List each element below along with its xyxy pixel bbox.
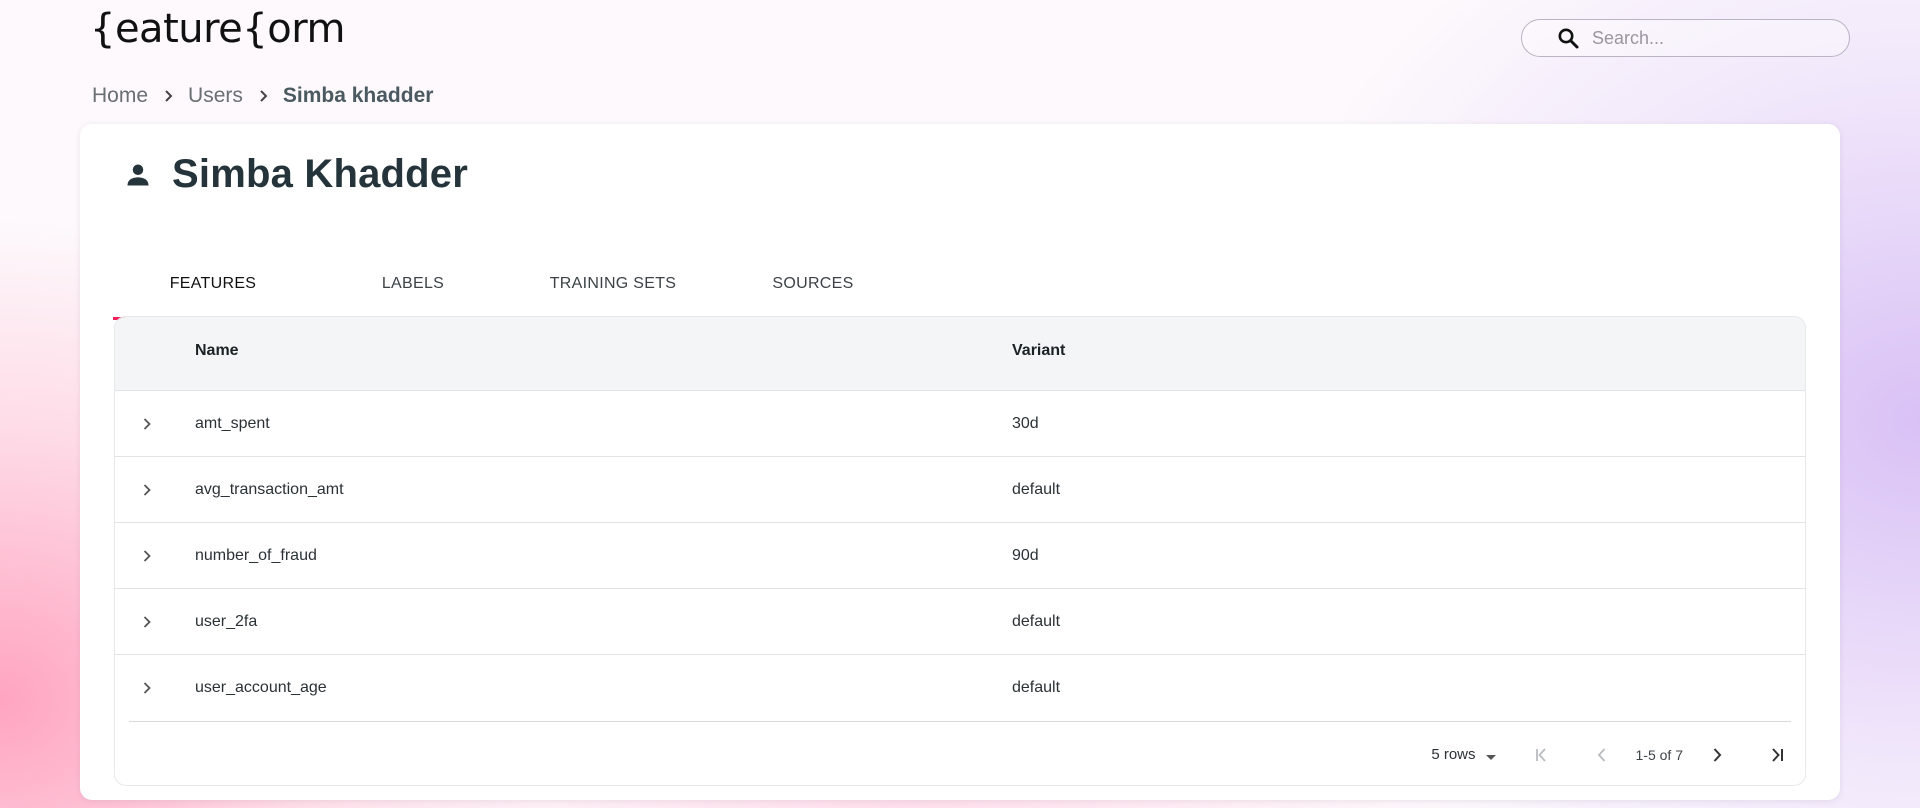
- page-range: 1-5 of 7: [1635, 746, 1683, 763]
- column-header-variant[interactable]: Variant: [1012, 342, 1065, 360]
- user-detail-card: Simba Khadder FEATURES LABELS TRAINING S…: [80, 124, 1840, 800]
- breadcrumb-current: Simba khadder: [282, 84, 434, 107]
- feature-variant: 30d: [1012, 414, 1039, 432]
- table-row[interactable]: amt_spent 30d: [115, 391, 1805, 457]
- featureform-logo[interactable]: {eature{orm: [90, 6, 345, 52]
- last-page-button[interactable]: [1763, 741, 1791, 769]
- page-header: Simba Khadder: [124, 152, 468, 197]
- breadcrumb: Home Users Simba khadder: [92, 84, 433, 108]
- rows-per-page-value: 5 rows: [1431, 746, 1476, 763]
- table-row[interactable]: user_2fa default: [115, 589, 1805, 655]
- page-title: Simba Khadder: [172, 152, 468, 196]
- features-table: Name Variant amt_spent 30d avg_transacti…: [114, 316, 1806, 786]
- last-page-icon: [1772, 747, 1783, 762]
- table-header: Name Variant: [115, 317, 1805, 391]
- search-input[interactable]: [1592, 27, 1832, 49]
- pagination-bar: 5 rows 1-5 of 7: [129, 721, 1791, 785]
- chevron-left-icon: [1597, 747, 1605, 762]
- feature-name[interactable]: number_of_fraud: [195, 547, 317, 565]
- person-icon: [127, 164, 149, 185]
- feature-variant: default: [1012, 480, 1061, 498]
- breadcrumb-users[interactable]: Users: [188, 84, 243, 108]
- table-row[interactable]: number_of_fraud 90d: [115, 523, 1805, 589]
- next-page-button[interactable]: [1703, 741, 1731, 769]
- resource-tabs: FEATURES LABELS TRAINING SETS SOURCES: [113, 248, 913, 320]
- chevron-right-icon: [1713, 747, 1722, 762]
- first-page-button[interactable]: [1528, 741, 1556, 769]
- feature-variant: 90d: [1012, 546, 1039, 564]
- tab-sources[interactable]: SOURCES: [713, 248, 913, 320]
- expand-row-chevron-icon[interactable]: [135, 676, 159, 700]
- expand-row-chevron-icon[interactable]: [135, 412, 159, 436]
- rows-per-page-select[interactable]: 5 rows: [1431, 744, 1499, 766]
- feature-variant: default: [1012, 679, 1061, 696]
- tab-training-sets[interactable]: TRAINING SETS: [513, 248, 713, 320]
- previous-page-button[interactable]: [1588, 741, 1616, 769]
- feature-variant: default: [1012, 612, 1061, 630]
- tab-features[interactable]: FEATURES: [113, 248, 313, 320]
- chevron-right-icon: [165, 90, 173, 102]
- table-row[interactable]: user_account_age default: [115, 655, 1805, 721]
- breadcrumb-home[interactable]: Home: [92, 84, 148, 108]
- feature-name[interactable]: user_2fa: [195, 613, 257, 631]
- column-header-name[interactable]: Name: [195, 342, 239, 360]
- feature-name[interactable]: avg_transaction_amt: [195, 481, 344, 499]
- search-box[interactable]: [1521, 19, 1850, 57]
- caret-down-icon: [1485, 754, 1496, 760]
- expand-row-chevron-icon[interactable]: [135, 544, 159, 568]
- first-page-icon: [1535, 747, 1546, 762]
- expand-row-chevron-icon[interactable]: [135, 478, 159, 502]
- feature-name[interactable]: amt_spent: [195, 415, 270, 433]
- expand-row-chevron-icon[interactable]: [135, 610, 159, 634]
- tab-labels[interactable]: LABELS: [313, 248, 513, 320]
- table-row[interactable]: avg_transaction_amt default: [115, 457, 1805, 523]
- search-icon: [1558, 28, 1579, 49]
- feature-name[interactable]: user_account_age: [195, 679, 327, 697]
- chevron-right-icon: [260, 90, 268, 102]
